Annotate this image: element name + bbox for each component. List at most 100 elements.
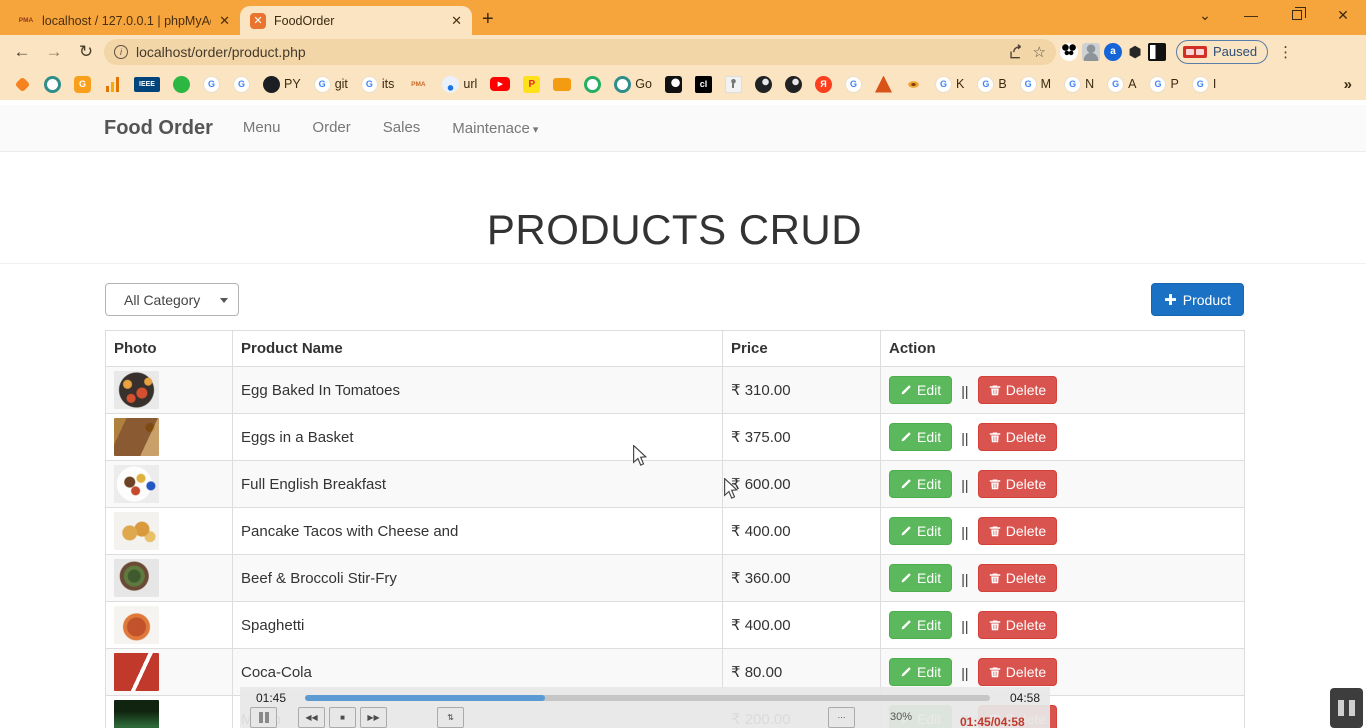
bookmark-item[interactable]: Gits [361, 76, 395, 93]
extensions-puzzle-icon[interactable]: ⬢ [1126, 43, 1144, 61]
tab-search-chevron-icon[interactable]: ⌄ [1182, 7, 1228, 24]
tab-close-icon[interactable]: ✕ [451, 13, 462, 29]
delete-button[interactable]: Delete [978, 423, 1057, 451]
delete-button[interactable]: Delete [978, 658, 1057, 686]
bookmark-item[interactable]: G [203, 76, 220, 93]
close-button[interactable]: ✕ [1320, 7, 1366, 24]
bookmark-item[interactable]: ▶ [490, 77, 510, 91]
pratilipi-yellow-bookmark-icon: P [523, 76, 540, 93]
delete-button[interactable]: Delete [978, 470, 1057, 498]
player-previous-button[interactable]: ◀◀ [298, 707, 325, 728]
panda-extension-icon[interactable] [1060, 43, 1078, 61]
delete-button[interactable]: Delete [978, 376, 1057, 404]
site-info-icon[interactable]: i [114, 45, 128, 59]
bookmark-item[interactable] [553, 78, 571, 91]
darkreader-extension-icon[interactable] [1148, 43, 1166, 61]
tab-strip: PMA localhost / 127.0.0.1 | phpMyAdm ✕ ✕… [0, 0, 494, 35]
tab-close-icon[interactable]: ✕ [219, 13, 230, 29]
edit-button[interactable]: Edit [889, 517, 952, 545]
bookmark-item[interactable]: Go [614, 76, 652, 93]
bookmark-item[interactable] [725, 76, 742, 93]
bookmark-item[interactable]: url [442, 76, 477, 93]
bookmark-item[interactable]: GM [1020, 76, 1051, 93]
bookmark-item[interactable] [173, 76, 190, 93]
player-next-button[interactable]: ▶▶ [360, 707, 387, 728]
bookmark-item[interactable]: GN [1064, 76, 1094, 93]
bookmark-label: I [1213, 77, 1216, 91]
nav-item-sales[interactable]: Sales [383, 119, 421, 136]
player-pause-button[interactable] [250, 707, 277, 728]
bookmark-star-icon[interactable]: ☆ [1033, 43, 1046, 61]
profile-extension-icon[interactable] [1082, 43, 1100, 61]
bookmark-item[interactable] [875, 76, 892, 93]
bookmark-item[interactable] [905, 76, 922, 93]
edit-button[interactable]: Edit [889, 423, 952, 451]
edit-button[interactable]: Edit [889, 658, 952, 686]
browser-menu-icon[interactable]: ⋮ [1278, 43, 1293, 61]
trash-icon [989, 619, 1001, 631]
player-progress-bar[interactable] [305, 695, 990, 701]
reload-button[interactable]: ↻ [72, 42, 100, 62]
player-misc-button[interactable]: ⋯ [828, 707, 855, 728]
new-tab-button[interactable]: + [482, 8, 494, 31]
site-navbar: Food Order Menu Order Sales Maintenace▾ [0, 105, 1366, 152]
a-extension-icon[interactable]: a [1104, 43, 1122, 61]
bookmark-item[interactable] [584, 76, 601, 93]
bookmark-item[interactable]: G [845, 76, 862, 93]
navbar-brand[interactable]: Food Order [104, 117, 213, 140]
gfg-teal-bookmark-icon [44, 76, 61, 93]
bookmark-item[interactable]: G [74, 76, 91, 93]
player-stop-button[interactable]: ■ [329, 707, 356, 728]
tab-foodorder[interactable]: ✕ FoodOrder ✕ [240, 6, 472, 35]
tab-phpmyadmin[interactable]: PMA localhost / 127.0.0.1 | phpMyAdm ✕ [8, 6, 240, 35]
edit-button[interactable]: Edit [889, 376, 952, 404]
nav-dropdown-maintenance[interactable]: Maintenace▾ [452, 120, 538, 137]
share-icon[interactable] [1008, 44, 1025, 59]
bookmark-item[interactable] [755, 76, 772, 93]
address-bar[interactable]: i localhost/order/product.php ☆ [104, 39, 1056, 65]
paused-pill-button[interactable]: Paused [1176, 40, 1268, 64]
bookmark-item[interactable] [44, 76, 61, 93]
bookmark-item[interactable]: PY [263, 76, 301, 93]
bookmark-item[interactable]: GK [935, 76, 964, 93]
bookmark-item[interactable]: IEEE [134, 77, 160, 92]
bookmark-item[interactable] [785, 76, 802, 93]
delete-button[interactable]: Delete [978, 564, 1057, 592]
player-bars-button[interactable]: ⇅ [437, 707, 464, 728]
edit-button[interactable]: Edit [889, 611, 952, 639]
nav-item-order[interactable]: Order [312, 119, 350, 136]
forward-button[interactable]: → [40, 42, 68, 62]
xampp-favicon: ✕ [250, 13, 266, 29]
delete-button[interactable]: Delete [978, 611, 1057, 639]
bookmark-item[interactable]: GA [1107, 76, 1136, 93]
category-filter-select[interactable]: All Category [105, 283, 239, 316]
maximize-button[interactable] [1274, 7, 1320, 23]
delete-button[interactable]: Delete [978, 517, 1057, 545]
bookmark-item[interactable]: PMA [407, 76, 429, 93]
bookmark-item[interactable]: cl [695, 76, 712, 93]
bookmark-item[interactable] [14, 76, 31, 93]
bookmark-item[interactable]: Я [815, 76, 832, 93]
bookmark-item[interactable]: GI [1192, 76, 1216, 93]
bookmark-item[interactable]: G [233, 76, 250, 93]
bookmark-item[interactable]: GP [1149, 76, 1178, 93]
google-g-bookmark-icon: G [1192, 76, 1209, 93]
edit-button[interactable]: Edit [889, 564, 952, 592]
back-button[interactable]: ← [8, 42, 36, 62]
bookmark-item[interactable]: GB [977, 76, 1006, 93]
corner-pause-button[interactable] [1330, 688, 1363, 728]
add-product-button[interactable]: ✚ Product [1151, 283, 1244, 316]
bookmark-item[interactable] [104, 76, 121, 93]
product-action-cell: Edit || Delete [881, 602, 1245, 649]
bookmarks-overflow-icon[interactable]: » [1344, 76, 1352, 93]
bookmark-item[interactable]: Ggit [314, 76, 348, 93]
edit-button[interactable]: Edit [889, 470, 952, 498]
action-separator: || [961, 383, 968, 399]
url-text[interactable]: localhost/order/product.php [136, 44, 1000, 60]
player-speed-label: 30% [890, 711, 912, 723]
google-g-bookmark-icon: G [935, 76, 952, 93]
bookmark-item[interactable]: P [523, 76, 540, 93]
minimize-button[interactable]: — [1228, 7, 1274, 23]
bookmark-item[interactable] [665, 76, 682, 93]
nav-item-menu[interactable]: Menu [243, 119, 281, 136]
